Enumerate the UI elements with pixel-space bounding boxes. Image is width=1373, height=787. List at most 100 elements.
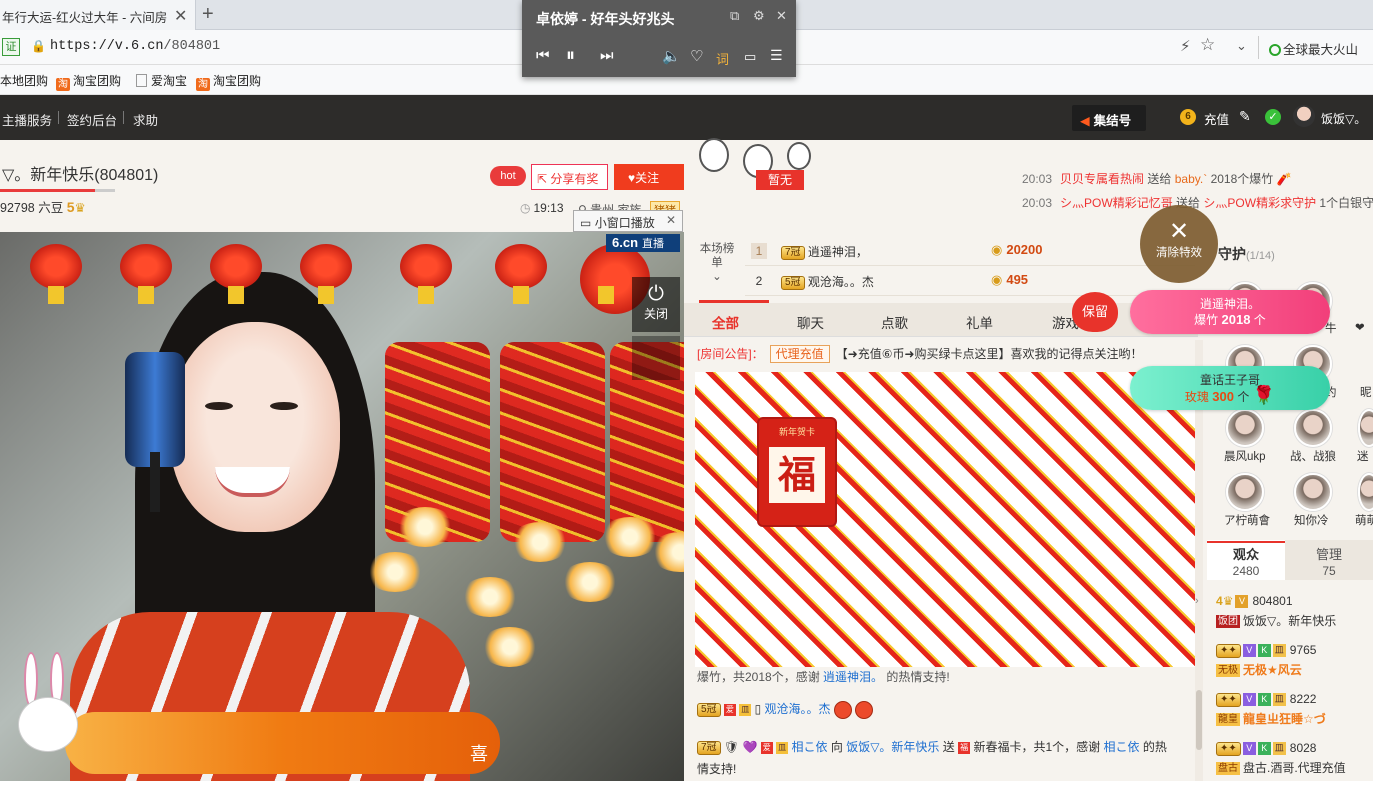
audience-id: 8028: [1289, 741, 1317, 755]
feed-to[interactable]: baby.`: [1175, 172, 1207, 186]
nav-help[interactable]: 求助: [133, 110, 158, 129]
guard-avatar[interactable]: [1358, 409, 1373, 447]
feed-time: 20:03: [1022, 172, 1053, 186]
browser-tab[interactable]: 年行大运-红火过大年 - 六间房: [0, 0, 196, 30]
audience-line: ✦✦ V K 皿 8028: [1216, 741, 1316, 756]
playlist-icon[interactable]: ☰: [770, 47, 783, 64]
rally-button[interactable]: ◀ 集结号: [1072, 105, 1146, 131]
new-tab-icon[interactable]: +: [202, 3, 214, 26]
url-path: /804801: [163, 39, 221, 54]
verified-icon[interactable]: ✓: [1265, 109, 1281, 125]
small-window-button[interactable]: ▭ 小窗口播放 ✕: [573, 210, 683, 232]
audience-item[interactable]: ✦✦ V K 皿 9765 无极 无极★风云: [1216, 643, 1373, 689]
chevron-right-icon[interactable]: ›: [1195, 595, 1205, 617]
chevron-down-icon[interactable]: ⌄: [1236, 38, 1247, 54]
room-notice: [房间公告]： 代理充值 【➜充值⑥币➜购买绿卡点这里】喜欢我的记得点关注哟！: [697, 345, 1143, 363]
next-track-icon[interactable]: ⏭: [600, 47, 614, 64]
tab-audience[interactable]: 观众 2480: [1207, 540, 1285, 580]
feed-from[interactable]: 贝贝专属看热闹: [1060, 172, 1144, 186]
close-icon[interactable]: ✕: [666, 213, 676, 227]
url-field[interactable]: https://v.6.cn/804801: [50, 39, 220, 54]
tab-close-icon[interactable]: ✕: [174, 6, 187, 26]
notice-text[interactable]: 【➜充值⑥币➜购买绿卡点这里】喜欢我的记得点关注哟！: [836, 347, 1143, 361]
chat-scrollbar-thumb[interactable]: [1196, 690, 1202, 750]
audience-item[interactable]: ✦✦ V K 皿 8222 龍皇 龍皇ㄓ狂睡☆づ: [1216, 692, 1373, 738]
guard-name[interactable]: ア柠萌會: [1224, 512, 1270, 528]
crown-badge: 5冠: [781, 275, 805, 290]
nav-sign-backend[interactable]: 签约后台: [67, 110, 117, 129]
bookmark-item[interactable]: 爱淘宝: [136, 72, 187, 89]
bookmark-item[interactable]: 本地团购: [0, 72, 48, 89]
k-badge-icon: K: [1257, 742, 1271, 756]
follow-button[interactable]: ♥关注: [614, 164, 684, 190]
gear-icon[interactable]: ⚙: [753, 8, 765, 24]
certificate-icon[interactable]: 证: [2, 38, 20, 56]
avatar[interactable]: [1293, 105, 1315, 127]
keep-button[interactable]: 保留: [1072, 292, 1118, 332]
volume-icon[interactable]: 🔈: [662, 47, 681, 65]
live-video[interactable]: 6.cn 直播 ⏻ 关闭 喜: [0, 232, 684, 781]
nav-anchor-service[interactable]: 主播服务: [2, 110, 52, 129]
edit-icon[interactable]: ✎: [1239, 108, 1251, 125]
close-icon[interactable]: ✕: [776, 8, 787, 24]
bookmark-item[interactable]: 淘淘宝团购: [196, 72, 261, 91]
guard-avatar[interactable]: [1358, 473, 1373, 511]
star-icon[interactable]: ☆: [1200, 35, 1215, 55]
audience-item[interactable]: ✦✦ V K 皿 8028 盘古 盘古.酒哥.代理充值: [1216, 741, 1373, 787]
guard-name[interactable]: 迷: [1357, 448, 1369, 464]
guard-count: (1/14): [1246, 250, 1275, 262]
guard-avatar[interactable]: [1226, 473, 1264, 511]
guard-name[interactable]: 萌萌: [1355, 512, 1373, 528]
chat-user[interactable]: 饭饭▽。新年快乐: [846, 740, 939, 754]
bookmark-item[interactable]: 淘淘宝团购: [56, 72, 121, 91]
search-input[interactable]: 全球最大火山: [1258, 36, 1373, 59]
heart-icon[interactable]: ♡: [690, 47, 703, 65]
ranking-label[interactable]: 本场榜单 ⌄: [697, 242, 737, 284]
lock-icon: 🔒: [31, 39, 46, 53]
guard-avatar[interactable]: [1294, 409, 1332, 447]
agent-recharge-tag[interactable]: 代理充值: [769, 345, 830, 363]
rank-number: 1: [751, 243, 767, 259]
feed-to[interactable]: シ灬POW精彩求守护: [1203, 196, 1316, 210]
tab-managers[interactable]: 管理 75: [1285, 540, 1373, 580]
video-side-control[interactable]: [632, 336, 680, 380]
share-button[interactable]: ⇱ 分享有奖: [531, 164, 608, 190]
audience-rank-badge: 饭团: [1216, 615, 1240, 629]
firecracker-icon: 🧨: [1276, 172, 1292, 186]
tab-chat[interactable]: 聊天: [797, 312, 824, 332]
lantern-row: [0, 232, 684, 314]
level-progress: [0, 189, 95, 192]
chat-user[interactable]: 逍遥神泪。: [823, 670, 883, 684]
close-video-button[interactable]: ⏻ 关闭: [632, 277, 680, 332]
lyrics-button[interactable]: 词: [716, 49, 729, 68]
chat-user[interactable]: 相こ依: [1104, 740, 1140, 754]
guard-name[interactable]: 知你冷: [1294, 512, 1329, 528]
guard-avatar[interactable]: [1226, 409, 1264, 447]
guard-name[interactable]: ❤: [1355, 320, 1365, 334]
bolt-icon[interactable]: ⚡: [1180, 37, 1191, 55]
audience-line: ✦✦ V K 皿 9765: [1216, 643, 1316, 658]
guard-name[interactable]: 晨风ukp: [1224, 448, 1266, 464]
guard-name[interactable]: 昵: [1360, 384, 1372, 400]
tab-all[interactable]: 全部: [712, 312, 739, 332]
chat-user[interactable]: 相こ依: [791, 740, 827, 754]
feed-from[interactable]: シ灬POW精彩记忆哥: [1060, 196, 1173, 210]
taobao-icon: 淘: [56, 78, 70, 91]
prev-track-icon[interactable]: ⏮: [536, 47, 550, 64]
tab-song[interactable]: 点歌: [881, 312, 908, 332]
clear-effects-button[interactable]: ✕ 清除特效: [1140, 205, 1218, 283]
rank-row[interactable]: 2 5冠 观沧海。。杰 ◉ 495: [745, 266, 1195, 296]
minimize-icon[interactable]: ⧉: [730, 8, 739, 24]
guard-name[interactable]: 战、战狼: [1290, 448, 1336, 464]
recharge-link[interactable]: 充值: [1204, 109, 1229, 128]
guard-avatar[interactable]: [1294, 473, 1332, 511]
rank-row[interactable]: 1 7冠 逍遥神泪， ◉ 20200: [745, 236, 1195, 266]
audience-item[interactable]: 4♛ V 804801 饭团 饭饭▽。新年快乐: [1216, 594, 1373, 640]
desktop-lyrics-icon[interactable]: ▭: [744, 49, 756, 65]
notice-label: [房间公告]：: [697, 347, 764, 361]
coin-icon: ◉: [991, 242, 1003, 257]
tab-gifts[interactable]: 礼单: [966, 312, 993, 332]
username[interactable]: 饭饭▽。: [1321, 110, 1366, 127]
chat-user[interactable]: 观沧海。。杰: [765, 702, 831, 716]
pause-icon[interactable]: ⏸: [566, 45, 575, 66]
